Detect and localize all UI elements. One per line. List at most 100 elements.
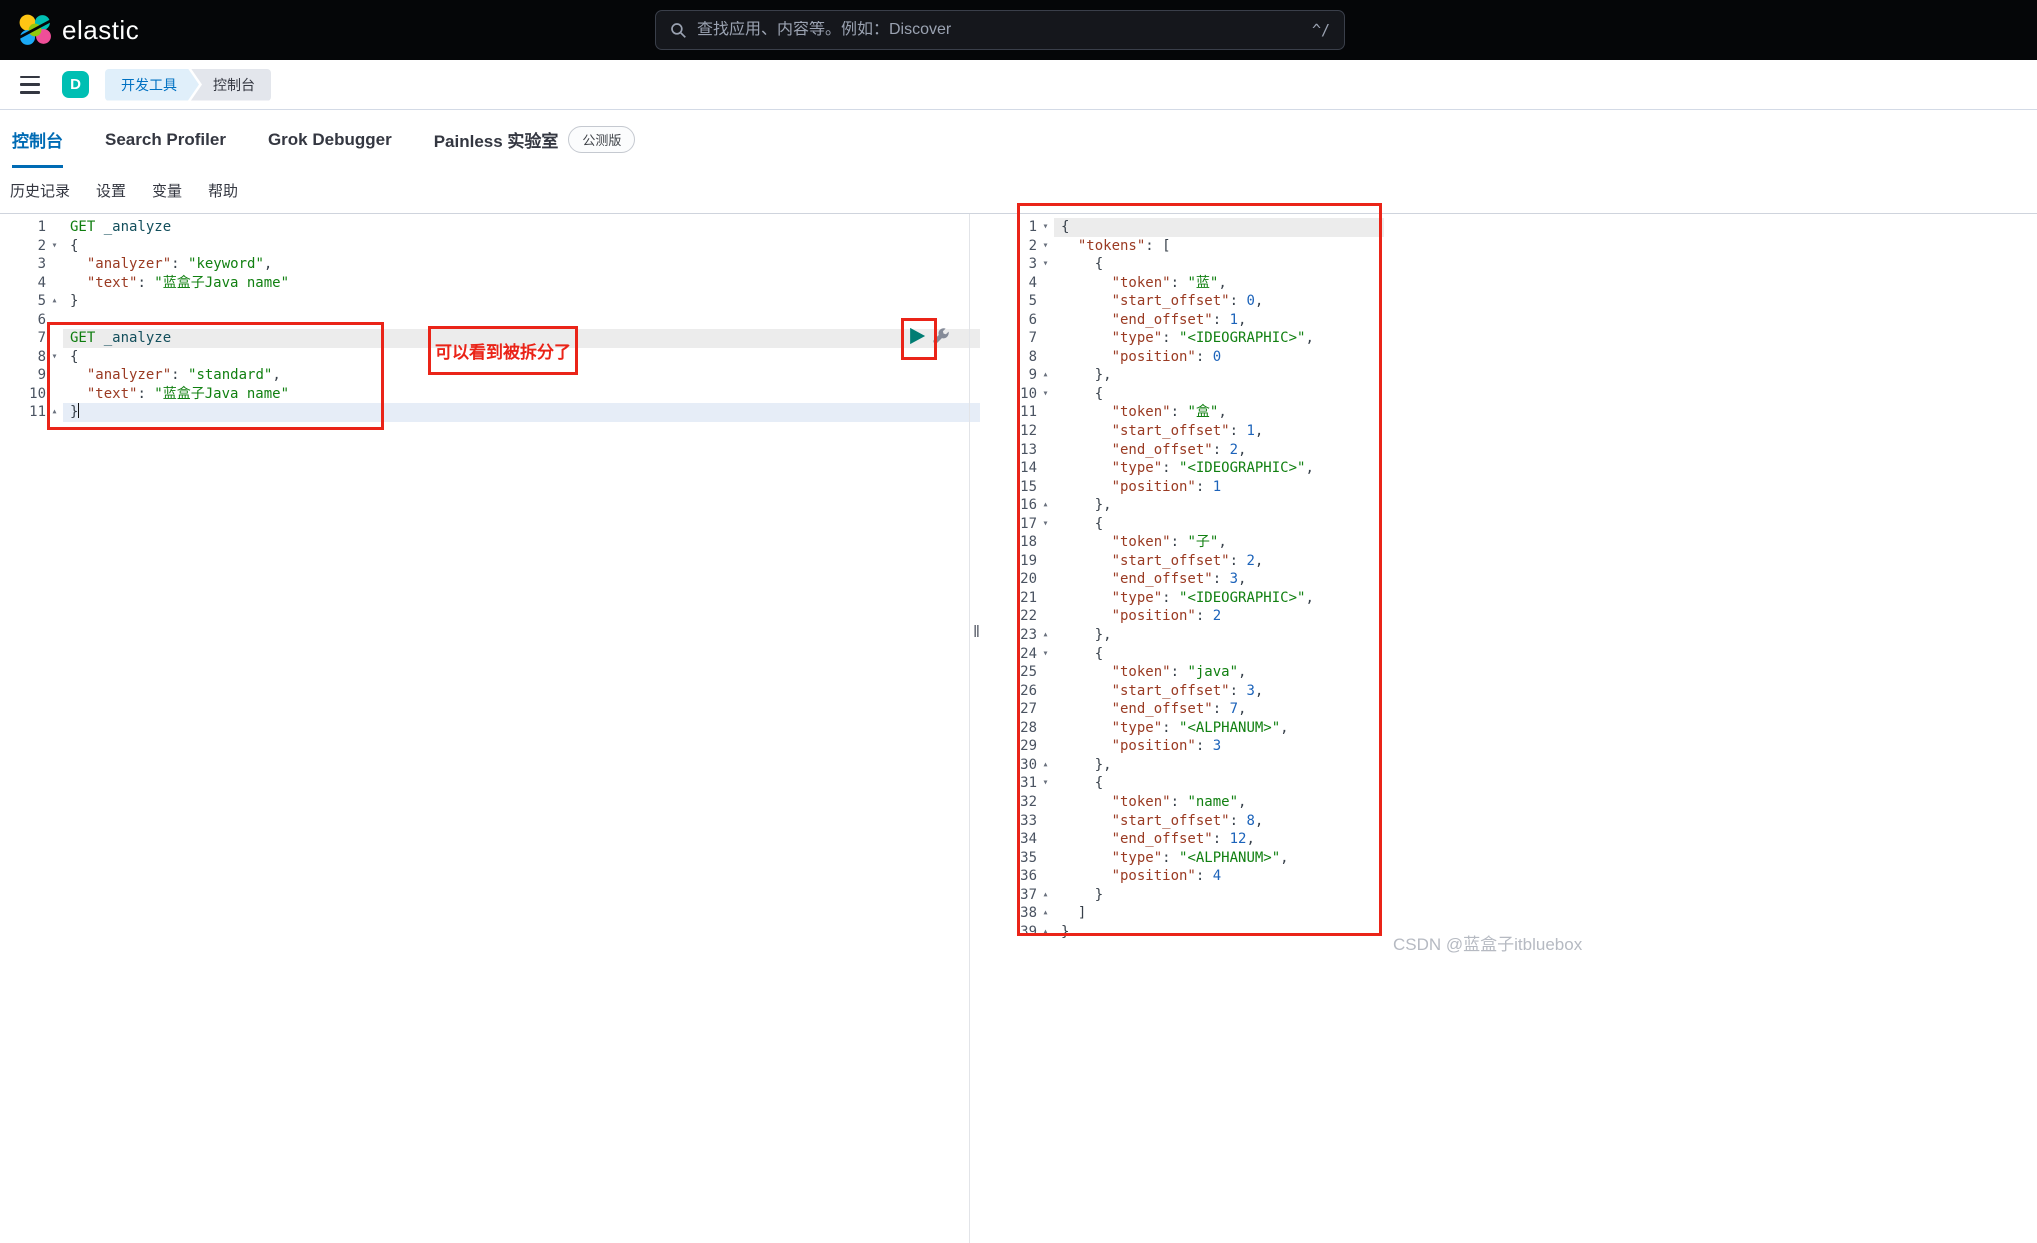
request-settings-button[interactable]	[933, 328, 951, 346]
menu-settings[interactable]: 设置	[96, 180, 126, 201]
editor-line[interactable]: 4 "text": "蓝盒子Java name"	[0, 274, 980, 293]
search-icon	[670, 22, 687, 39]
line-number: 17	[1020, 515, 1037, 532]
code-text: "token": "name",	[1111, 793, 1247, 810]
code-text[interactable]: }	[63, 403, 980, 423]
global-search[interactable]: ^/	[655, 10, 1345, 50]
fold-toggle-icon[interactable]: ▴	[1037, 923, 1054, 942]
tab-search-profiler[interactable]: Search Profiler	[105, 111, 226, 168]
editor-line[interactable]: 3 "analyzer": "keyword",	[0, 255, 980, 274]
fold-toggle-icon[interactable]: ▴	[46, 292, 63, 311]
fold-toggle-icon[interactable]: ▾	[1037, 237, 1054, 256]
breadcrumb: 开发工具 控制台	[105, 68, 271, 101]
beta-badge: 公测版	[568, 126, 636, 153]
menu-history[interactable]: 历史记录	[10, 180, 70, 201]
code-text[interactable]: {	[63, 237, 980, 256]
response-line: 24 ▾ {	[1015, 645, 2037, 664]
editor-line[interactable]: 9 "analyzer": "standard",	[0, 366, 980, 385]
fold-toggle-icon[interactable]: ▴	[1037, 886, 1054, 905]
code-text[interactable]: GET _analyze	[63, 329, 980, 348]
response-line: 1 ▾{	[1015, 218, 2037, 237]
code-text[interactable]: "analyzer": "keyword",	[63, 255, 980, 274]
response-line: 31 ▾ {	[1015, 774, 2037, 793]
fold-toggle-icon[interactable]: ▴	[1037, 626, 1054, 645]
editor-line[interactable]: 2 ▾{	[0, 237, 980, 256]
editor-line[interactable]: 7 GET _analyze	[0, 329, 980, 348]
line-gutter: 25	[1015, 663, 1054, 682]
line-gutter: 5 ▴	[0, 292, 63, 311]
fold-toggle-icon[interactable]: ▾	[46, 348, 63, 367]
response-line: 30 ▴ },	[1015, 756, 2037, 775]
editor-line[interactable]: 10 "text": "蓝盒子Java name"	[0, 385, 980, 404]
line-gutter: 10	[0, 385, 63, 404]
code-text: "end_offset": 12,	[1111, 831, 1255, 848]
code-text[interactable]: GET _analyze	[63, 218, 980, 237]
fold-toggle-icon[interactable]: ▾	[1037, 645, 1054, 664]
fold-toggle-icon[interactable]: ▾	[1037, 218, 1054, 237]
editor-line[interactable]: 11 ▴}	[0, 403, 980, 423]
fold-toggle-icon[interactable]: ▾	[1037, 774, 1054, 793]
line-number: 23	[1020, 627, 1037, 644]
line-gutter: 21	[1015, 589, 1054, 608]
tab-grok-debugger[interactable]: Grok Debugger	[268, 111, 392, 168]
response-line: 6 "end_offset": 1,	[1015, 311, 2037, 330]
code-text[interactable]: "analyzer": "standard",	[63, 366, 980, 385]
fold-toggle-icon[interactable]: ▾	[1037, 385, 1054, 404]
code-text[interactable]: }	[63, 292, 980, 311]
response-line: 4 "token": "蓝",	[1015, 274, 2037, 293]
line-gutter: 18	[1015, 533, 1054, 552]
tab-console[interactable]: 控制台	[12, 111, 63, 168]
menu-variables[interactable]: 变量	[152, 180, 182, 201]
line-gutter: 35	[1015, 849, 1054, 868]
space-avatar[interactable]: D	[62, 71, 89, 98]
line-gutter: 29	[1015, 737, 1054, 756]
code-text: "type": "<IDEOGRAPHIC>",	[1111, 460, 1314, 477]
line-number: 5	[37, 293, 46, 310]
fold-toggle-icon[interactable]: ▾	[46, 237, 63, 256]
pane-resizer[interactable]: ‖	[973, 214, 1015, 1243]
code-text[interactable]: "text": "蓝盒子Java name"	[63, 385, 980, 404]
line-number: 6	[1028, 311, 1037, 328]
breadcrumb-dev-tools[interactable]: 开发工具	[105, 69, 199, 101]
line-number: 8	[1028, 348, 1037, 365]
line-gutter: 26	[1015, 682, 1054, 701]
fold-toggle-icon[interactable]: ▴	[1037, 756, 1054, 775]
response-line: 35 "type": "<ALPHANUM>",	[1015, 849, 2037, 868]
elastic-logo[interactable]: elastic	[0, 13, 139, 47]
line-number: 3	[37, 256, 46, 273]
fold-toggle-icon[interactable]: ▾	[1037, 515, 1054, 534]
send-request-button[interactable]	[907, 326, 927, 346]
line-number: 10	[1020, 385, 1037, 402]
editor-line[interactable]: 1 GET _analyze	[0, 218, 980, 237]
line-number: 19	[1020, 552, 1037, 569]
editor-line[interactable]: 6	[0, 311, 980, 330]
editor-line[interactable]: 5 ▴}	[0, 292, 980, 311]
line-gutter: 23 ▴	[1015, 626, 1054, 645]
menu-toggle-button[interactable]	[16, 73, 46, 97]
fold-toggle-icon[interactable]: ▴	[1037, 904, 1054, 923]
code-text[interactable]: {	[63, 348, 980, 367]
fold-toggle-icon[interactable]: ▴	[1037, 496, 1054, 515]
fold-toggle-icon[interactable]: ▴	[1037, 366, 1054, 385]
code-text[interactable]: "text": "蓝盒子Java name"	[63, 274, 980, 293]
fold-toggle-icon[interactable]: ▾	[1037, 255, 1054, 274]
code-text: },	[1094, 627, 1112, 644]
tab-search-profiler-label: Search Profiler	[105, 129, 226, 149]
line-gutter: 34	[1015, 830, 1054, 849]
menu-help[interactable]: 帮助	[208, 180, 238, 201]
line-number: 22	[1020, 608, 1037, 625]
line-gutter: 28	[1015, 719, 1054, 738]
fold-toggle-icon[interactable]: ▴	[46, 403, 63, 422]
code-text[interactable]	[63, 311, 980, 330]
line-number: 35	[1020, 849, 1037, 866]
tab-painless-lab[interactable]: Painless 实验室 公测版	[434, 111, 636, 168]
request-editor[interactable]: 1 GET _analyze 2 ▾{3 "analyzer": "keyword",…	[0, 214, 980, 1243]
breadcrumb-console: 控制台	[191, 68, 271, 101]
editor-line[interactable]: 8 ▾{	[0, 348, 980, 367]
search-input[interactable]	[697, 21, 1302, 39]
